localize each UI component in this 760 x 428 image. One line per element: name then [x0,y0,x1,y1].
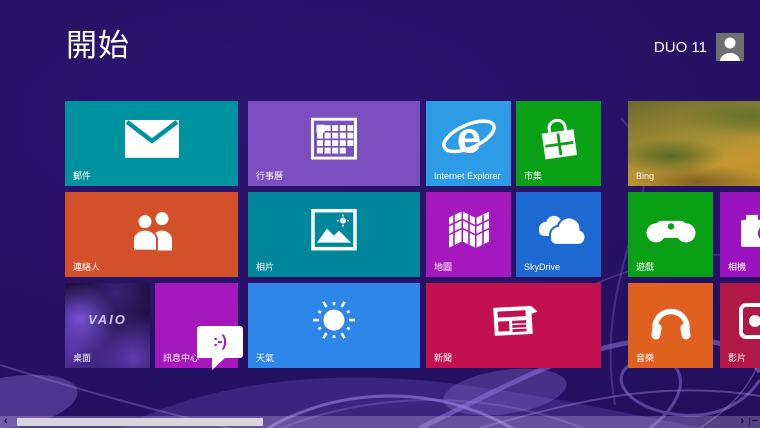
tile-games[interactable]: 遊戲 [628,192,713,277]
maps-icon [446,208,492,255]
tile-label: 市集 [524,171,543,181]
tile-label: Bing [636,171,655,181]
news-icon [488,300,540,345]
semantic-zoom-button[interactable]: − [752,416,758,428]
tile-bing[interactable]: Bing [628,101,760,186]
user-tile[interactable]: DUO 11 [654,33,744,61]
mail-icon [124,119,179,162]
tile-label: SkyDrive [524,262,561,272]
user-name: DUO 11 [653,38,707,56]
calendar-icon [311,117,357,164]
user-avatar-icon [716,33,744,61]
tile-store[interactable]: 市集 [516,101,601,186]
tile-label: 桌面 [73,353,92,363]
tile-internet-explorer[interactable]: e Internet Explorer [426,101,511,186]
tile-photos[interactable]: 相片 [248,192,420,277]
weather-sun-icon [308,294,360,351]
scrollbar-thumb[interactable] [17,418,263,426]
tile-desktop[interactable]: VAIO 桌面 [65,283,150,368]
tile-label: 影片 [728,353,747,363]
camera-icon [740,210,760,253]
tile-label: 遊戲 [636,262,655,272]
music-headphones-icon [647,297,695,348]
photos-icon [311,208,357,255]
tile-maps[interactable]: 地圖 [426,192,511,277]
tile-label: 訊息中心 [163,353,200,363]
tile-label: Internet Explorer [434,171,501,181]
tile-label: 地圖 [434,262,453,272]
tile-label: 音樂 [636,353,655,363]
tile-news[interactable]: 新聞 [426,283,601,368]
tile-mail[interactable]: 郵件 [65,101,238,186]
people-icon [126,208,178,255]
skydrive-cloud-icon [532,210,586,253]
tile-weather[interactable]: 天氣 [248,283,420,368]
internet-explorer-icon: e [440,113,498,167]
scroll-right-arrow[interactable]: › [740,416,744,428]
tile-people[interactable]: 連絡人 [65,192,238,277]
tile-messaging[interactable]: :-) 訊息中心 [155,283,243,370]
page-title: 開始 [66,28,130,63]
tile-skydrive[interactable]: SkyDrive [516,192,601,277]
start-screen: 開始 DUO 11 郵件 行事曆 e Internet Explorer 市集 … [0,0,760,428]
tile-calendar[interactable]: 行事曆 [248,101,420,186]
tile-camera[interactable]: 相機 [720,192,760,277]
tile-label: 郵件 [73,171,92,181]
tile-label: 相片 [256,262,275,272]
vaio-logo: VAIO [88,311,127,327]
tile-label: 新聞 [434,353,453,363]
tile-label: 行事曆 [256,171,284,181]
tile-music[interactable]: 音樂 [628,283,713,368]
emoticon-text: :-) [213,332,227,350]
tile-label: 連絡人 [73,262,101,272]
games-controller-icon [645,210,697,253]
tile-label: 天氣 [256,353,275,363]
tile-video[interactable]: 影片 [720,283,760,368]
store-icon [536,114,582,167]
scrollbar-separator [749,417,750,427]
video-icon [738,302,760,344]
scroll-left-arrow[interactable]: ‹ [4,416,8,428]
tile-label: 相機 [728,262,747,272]
horizontal-scrollbar[interactable]: ‹ › − [0,416,760,428]
